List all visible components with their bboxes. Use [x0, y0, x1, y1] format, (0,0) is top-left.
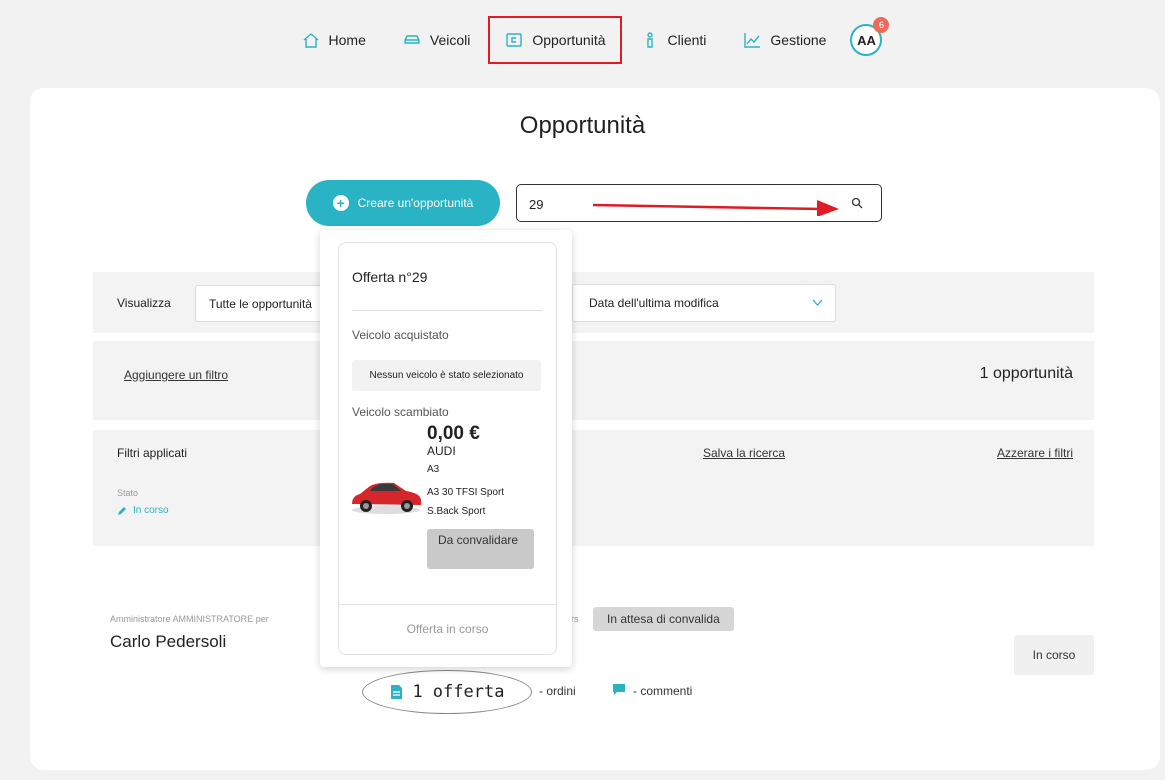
no-vehicle-message: Nessun veicolo è stato selezionato [352, 360, 541, 391]
car-icon [402, 30, 422, 50]
vehicle-status-badge: Da convalidare [427, 529, 534, 569]
chart-icon [742, 30, 762, 50]
nav-item-veicoli[interactable]: Veicoli [384, 18, 488, 62]
status-button[interactable]: In corso [1014, 635, 1094, 675]
person-icon [640, 30, 660, 50]
page-title: Opportunità [519, 112, 646, 139]
nav-label-opportunita: Opportunità [532, 32, 606, 48]
sort-select-value: Data dell'ultima modifica [589, 296, 719, 310]
vehicle-brand: AUDI [427, 444, 456, 458]
applied-filters-panel [93, 430, 1094, 546]
purchased-vehicle-label: Veicolo acquistato [352, 328, 449, 342]
offers-link[interactable]: 1 offerta [362, 670, 532, 714]
plus-icon: + [332, 195, 349, 211]
offer-divider [352, 310, 542, 311]
home-icon [301, 30, 321, 50]
orders-text: - ordini [539, 684, 576, 698]
offers-count: 1 [412, 682, 423, 702]
save-search-link[interactable]: Salva la ricerca [703, 446, 785, 460]
opportunity-count: 1 opportunità [979, 365, 1073, 382]
opportunity-owner-suffix: rs [571, 614, 579, 624]
vehicle-version: A3 30 TFSI Sport S.Back Sport [427, 487, 505, 517]
nav-item-gestione[interactable]: Gestione [724, 18, 844, 62]
vehicle-price: 0,00 € [427, 423, 480, 444]
view-select[interactable]: Tutte le opportunità [195, 285, 335, 322]
create-opportunity-button[interactable]: + Creare un'opportunità [306, 180, 500, 226]
top-navigation: Home Veicoli Opportunità Clienti Gestion… [0, 0, 1165, 80]
reset-filters-link[interactable]: Azzerare i filtri [997, 446, 1073, 460]
sort-select[interactable]: Data dell'ultima modifica [572, 284, 836, 322]
state-filter-value[interactable]: In corso [117, 505, 169, 516]
document-icon [390, 685, 402, 699]
traded-vehicle-label: Veicolo scambiato [352, 405, 449, 419]
nav-label-veicoli: Veicoli [429, 32, 471, 48]
offer-title: Offerta n°29 [352, 269, 428, 285]
add-filter-link[interactable]: Aggiungere un filtro [124, 368, 228, 382]
chevron-down-icon [812, 299, 823, 306]
state-filter-text: In corso [133, 505, 169, 516]
nav-label-gestione: Gestione [770, 32, 827, 48]
nav-label-clienti: Clienti [667, 32, 707, 48]
notification-badge: 6 [873, 17, 890, 33]
create-opportunity-label: Creare un'opportunità [357, 196, 474, 210]
filter-bar [93, 341, 1094, 420]
offer-footer: Offerta in corso [406, 622, 489, 636]
nav-item-clienti[interactable]: Clienti [622, 18, 725, 62]
client-name[interactable]: Carlo Pedersoli [110, 632, 226, 652]
comment-icon [613, 684, 625, 695]
nav-label-home: Home [328, 32, 366, 48]
annotation-arrow [593, 200, 839, 216]
vehicle-model: A3 [427, 464, 440, 475]
pencil-icon [118, 506, 126, 515]
search-icon[interactable] [851, 197, 863, 209]
nav-item-opportunita[interactable]: Opportunità [488, 16, 622, 64]
wallet-icon [504, 30, 524, 50]
offer-footer-divider [338, 604, 557, 605]
car-image [352, 482, 421, 514]
comments-text: - commenti [633, 684, 693, 698]
view-label: Visualizza [117, 296, 171, 310]
nav-item-home[interactable]: Home [283, 18, 384, 62]
avatar-initials: AA [857, 32, 876, 48]
state-filter-label: Stato [117, 488, 139, 498]
applied-filters-label: Filtri applicati [117, 446, 188, 460]
opportunity-owner: Amministratore AMMINISTRATORE per [110, 614, 269, 624]
avatar[interactable]: AA 6 [850, 17, 890, 56]
status-badge: In attesa di convalida [593, 607, 734, 631]
offers-label: offerta [432, 682, 505, 702]
